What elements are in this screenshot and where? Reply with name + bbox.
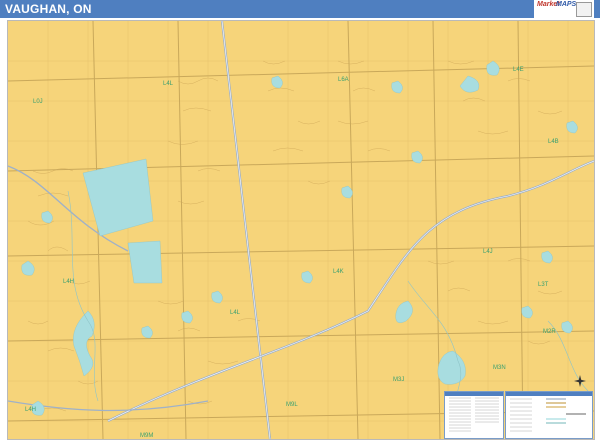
postal-label: L4E xyxy=(513,67,524,73)
postal-label: L4H xyxy=(25,407,36,413)
reservoir-south xyxy=(127,240,163,284)
map-legend-panel xyxy=(505,391,593,439)
postal-label: L4H xyxy=(63,279,74,285)
map-poster: VAUGHAN, ON Market MAPS L4L L6A L4E L0J … xyxy=(0,0,600,444)
postal-label: L4B xyxy=(548,139,559,145)
postal-label: L4L xyxy=(230,310,241,316)
postal-label: L0J xyxy=(33,99,43,105)
map-title: VAUGHAN, ON xyxy=(5,2,92,16)
index-list xyxy=(449,397,499,432)
postal-label: L3T xyxy=(538,282,549,288)
postal-label: L4L xyxy=(163,81,174,87)
legend-entries xyxy=(510,398,586,432)
zip-index-panel xyxy=(444,391,504,439)
postal-label: M9L xyxy=(286,402,298,408)
header-bar: VAUGHAN, ON Market MAPS xyxy=(0,0,600,18)
brand-logo: Market MAPS xyxy=(534,0,594,18)
land-area xyxy=(8,21,594,439)
logo-badge xyxy=(576,2,592,17)
postal-label: M9M xyxy=(140,433,153,439)
postal-label: L4J xyxy=(483,249,493,255)
postal-label: L6A xyxy=(338,77,349,83)
postal-label: M3N xyxy=(493,365,506,371)
postal-label: M2R xyxy=(543,329,556,335)
map-area[interactable]: L4L L6A L4E L0J L4B L4H L4K L4J L3T M2R … xyxy=(7,20,595,440)
postal-label: M3J xyxy=(393,377,404,383)
map-canvas: L4L L6A L4E L0J L4B L4H L4K L4J L3T M2R … xyxy=(8,21,594,439)
postal-label: L4K xyxy=(333,269,344,275)
logo-brand-right: MAPS xyxy=(556,1,577,8)
